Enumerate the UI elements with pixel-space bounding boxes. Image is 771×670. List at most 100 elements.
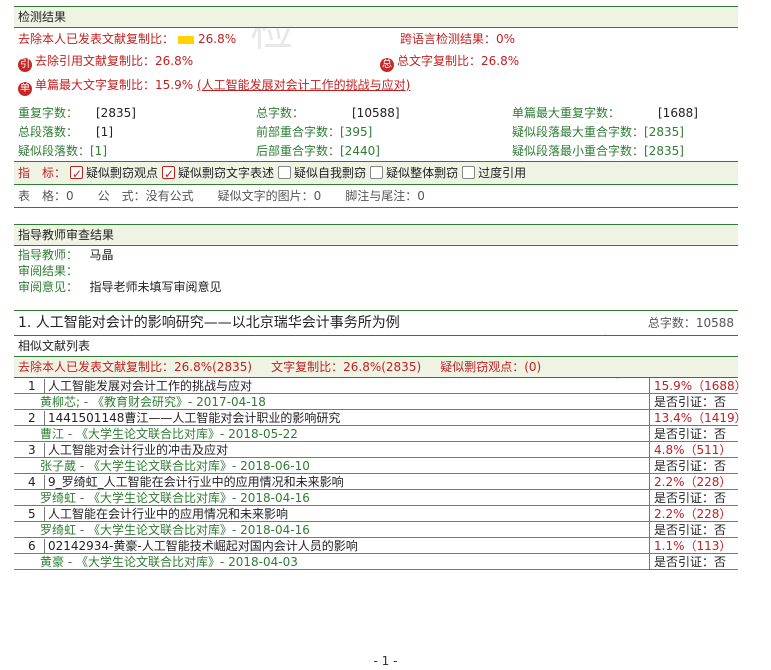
similar-item-cited: 是否引证：否 (649, 458, 738, 474)
similar-item-title[interactable]: 3 人工智能对会计行业的冲击及应对 (14, 442, 649, 458)
similar-item-cited: 是否引证：否 (649, 426, 738, 442)
similar-item-source: 黄柳芯; - 《教育财会研究》- 2017-04-18 (14, 394, 649, 410)
similar-item-number: 6 (28, 539, 36, 553)
misc-row: 表 格：0 公 式：没有公式 疑似文字的图片：0 脚注与尾注：0 (18, 189, 425, 203)
similar-item-title[interactable]: 2 1441501148曹江——人工智能对会计职业的影响研究 (14, 410, 649, 426)
summary-plagiarism-view: 疑似剽窃观点：(0) (440, 360, 542, 374)
page-number: - 1 - (373, 654, 398, 668)
similar-item-percent: 2.2%（228） (649, 506, 738, 522)
similar-item-percent: 13.4%（1419） (649, 410, 747, 426)
similar-item-title-row[interactable]: 1 人工智能发展对会计工作的挑战与应对 15.9%（1688） (14, 378, 747, 394)
check-section: 检测结果 去除本人已发表文献复制比： 26.8% 跨语言检测结果：0% 引去除引用… (14, 6, 738, 208)
stat-label: 疑似段落最小重合字数：[2835] (512, 144, 684, 158)
similar-list-header: 相似文献列表 (14, 336, 738, 357)
quote-icon: 引 (18, 58, 32, 72)
similar-item-number: 4 (28, 475, 36, 489)
exclude-ref-ratio: 去除引用文献复制比：26.8% (35, 54, 194, 68)
teacher-name: 马晶 (89, 248, 114, 262)
stat-value: [2835] (96, 106, 136, 120)
stat-label: 重复字数： (18, 106, 79, 120)
indicators-row: 指 标： 疑似剽窃观点 疑似剽窃文字表述 疑似自我剽窃 疑似整体剽窃 过度引用 (14, 161, 738, 185)
similar-item-title[interactable]: 6 02142934-黄豪-人工智能技术崛起对国内会计人员的影响 (14, 538, 649, 554)
indicator-label: 指 标： (18, 166, 67, 180)
similar-item-number: 3 (28, 443, 36, 457)
review-header: 指导教师审查结果 (14, 225, 738, 246)
similar-item-title-row[interactable]: 5 人工智能在会计行业中的应用情况和未来影响 2.2%（228） (14, 506, 738, 522)
single-icon: 单 (18, 82, 32, 96)
similar-item-cited: 是否引证：否 (649, 394, 738, 410)
similar-item-percent: 2.2%（228） (649, 474, 738, 490)
stats-grid: 重复字数： [2835] 总字数： [10588] 单篇最大重复字数： [168… (14, 98, 738, 161)
indicator-item: 疑似整体剽窃 (386, 166, 459, 180)
stat-label: 总段落数： (18, 125, 79, 139)
similar-item-source-row: 张子葳 - 《大学生论文联合比对库》- 2018-06-10 是否引证：否 (14, 458, 738, 474)
total-text-ratio: 总文字复制比：26.8% (397, 54, 520, 68)
indicator-item: 疑似自我剽窃 (294, 166, 367, 180)
similar-item-number: 1 (28, 379, 36, 393)
stat-value: [1] (96, 125, 113, 139)
similar-item-title-row[interactable]: 3 人工智能对会计行业的冲击及应对 4.8%（511） (14, 442, 738, 458)
similar-item-title-row[interactable]: 4 9_罗绮虹_人工智能在会计行业中的应用情况和未来影响 2.2%（228） (14, 474, 738, 490)
similar-item-source: 罗绮虹 - 《大学生论文联合比对库》- 2018-04-16 (14, 522, 649, 538)
stat-label: 前部重合字数：[395] (256, 125, 373, 139)
stat-label: 单篇最大重复字数： (512, 106, 621, 120)
similar-item-percent: 1.1%（113） (649, 538, 738, 554)
similar-item-cited: 是否引证：否 (649, 522, 738, 538)
similar-item-source-row: 黄豪 - 《大学生论文联合比对库》- 2018-04-03 是否引证：否 (14, 554, 738, 570)
exclude-self-value: 26.8% (198, 32, 237, 46)
opinion-label: 审阅意见： (18, 280, 79, 294)
indicator-item: 疑似剽窃观点 (86, 166, 159, 180)
document-title-row: 1. 人工智能对会计的影响研究——以北京瑞华会计事务所为例 总字数：10588 (14, 311, 738, 336)
similar-item-source-row: 黄柳芯; - 《教育财会研究》- 2017-04-18 是否引证：否 (14, 394, 738, 410)
similar-item-title[interactable]: 1 人工智能发展对会计工作的挑战与应对 (14, 378, 649, 394)
similar-item-source: 黄豪 - 《大学生论文联合比对库》- 2018-04-03 (14, 554, 649, 570)
checkbox-icon (370, 166, 384, 179)
similar-item-title-row[interactable]: 6 02142934-黄豪-人工智能技术崛起对国内会计人员的影响 1.1%（113） (14, 538, 738, 554)
stat-label: 总字数： (256, 106, 305, 120)
checkbox-checked-icon (70, 163, 84, 185)
similar-item-cited: 是否引证：否 (649, 490, 738, 506)
indicator-item: 疑似剽窃文字表述 (178, 166, 275, 180)
stat-label: 疑似段落数：[1] (18, 144, 107, 158)
checkbox-checked-icon (162, 163, 176, 185)
similar-list: 1 人工智能发展对会计工作的挑战与应对 15.9%（1688） 黄柳芯; - 《教育财… (14, 378, 747, 570)
single-max-row: 单单篇最大文字复制比：15.9% (人工智能发展对会计工作的挑战与应对) (14, 72, 738, 98)
teacher-label: 指导教师： (18, 248, 79, 262)
total-icon: 总 (380, 58, 394, 72)
stat-label: 后部重合字数：[2440] (256, 144, 380, 158)
similar-item-title-row[interactable]: 2 1441501148曹江——人工智能对会计职业的影响研究 13.4%（1419） (14, 410, 747, 426)
cross-language-result: 跨语言检测结果：0% (400, 32, 516, 46)
indicator-item: 过度引用 (478, 166, 527, 180)
similar-item-title[interactable]: 5 人工智能在会计行业中的应用情况和未来影响 (14, 506, 649, 522)
similar-item-number: 2 (28, 411, 36, 425)
similar-item-source: 张子葳 - 《大学生论文联合比对库》- 2018-06-10 (14, 458, 649, 474)
review-section: 指导教师审查结果 指导教师： 马晶 审阅结果： 审阅意见： 指导老师未填写审阅意… (14, 224, 738, 296)
document-section: 1. 人工智能对会计的影响研究——以北京瑞华会计事务所为例 总字数：10588 … (14, 310, 747, 570)
summary-text-ratio: 文字复制比：26.8%(2835) (271, 360, 422, 374)
opinion-text: 指导老师未填写审阅意见 (89, 280, 222, 294)
similar-item-source-row: 罗绮虹 - 《大学生论文联合比对库》- 2018-04-16 是否引证：否 (14, 490, 738, 506)
document-total-words: 总字数：10588 (647, 316, 734, 330)
similar-item-percent: 15.9%（1688） (649, 378, 747, 394)
exclude-self-row: 去除本人已发表文献复制比： 26.8% 跨语言检测结果：0% (14, 28, 738, 50)
similar-item-source: 罗绮虹 - 《大学生论文联合比对库》- 2018-04-16 (14, 490, 649, 506)
similar-item-percent: 4.8%（511） (649, 442, 738, 458)
similar-item-number: 5 (28, 507, 36, 521)
similar-item-source-row: 罗绮虹 - 《大学生论文联合比对库》- 2018-04-16 是否引证：否 (14, 522, 738, 538)
exclude-self-label: 去除本人已发表文献复制比： (18, 32, 175, 46)
result-label: 审阅结果： (18, 264, 79, 278)
single-max-ratio: 单篇最大文字复制比：15.9% (35, 78, 194, 92)
similar-item-source-row: 曹江 - 《大学生论文联合比对库》- 2018-05-22 是否引证：否 (14, 426, 738, 442)
single-max-source-link[interactable]: (人工智能发展对会计工作的挑战与应对) (197, 78, 410, 92)
checkbox-icon (462, 166, 476, 179)
summary-exclude-self: 去除本人已发表文献复制比：26.8%(2835) (18, 360, 253, 374)
similar-item-cited: 是否引证：否 (649, 554, 738, 570)
stat-value: [1688] (658, 106, 698, 120)
similar-summary: 去除本人已发表文献复制比：26.8%(2835) 文字复制比：26.8%(283… (14, 357, 738, 378)
similar-item-title[interactable]: 4 9_罗绮虹_人工智能在会计行业中的应用情况和未来影响 (14, 474, 649, 490)
stat-value: [10588] (352, 106, 400, 120)
document-title: 1. 人工智能对会计的影响研究——以北京瑞华会计事务所为例 (18, 315, 400, 331)
checkbox-icon (278, 166, 292, 179)
similar-item-source: 曹江 - 《大学生论文联合比对库》- 2018-05-22 (14, 426, 649, 442)
check-header: 检测结果 (14, 7, 738, 28)
